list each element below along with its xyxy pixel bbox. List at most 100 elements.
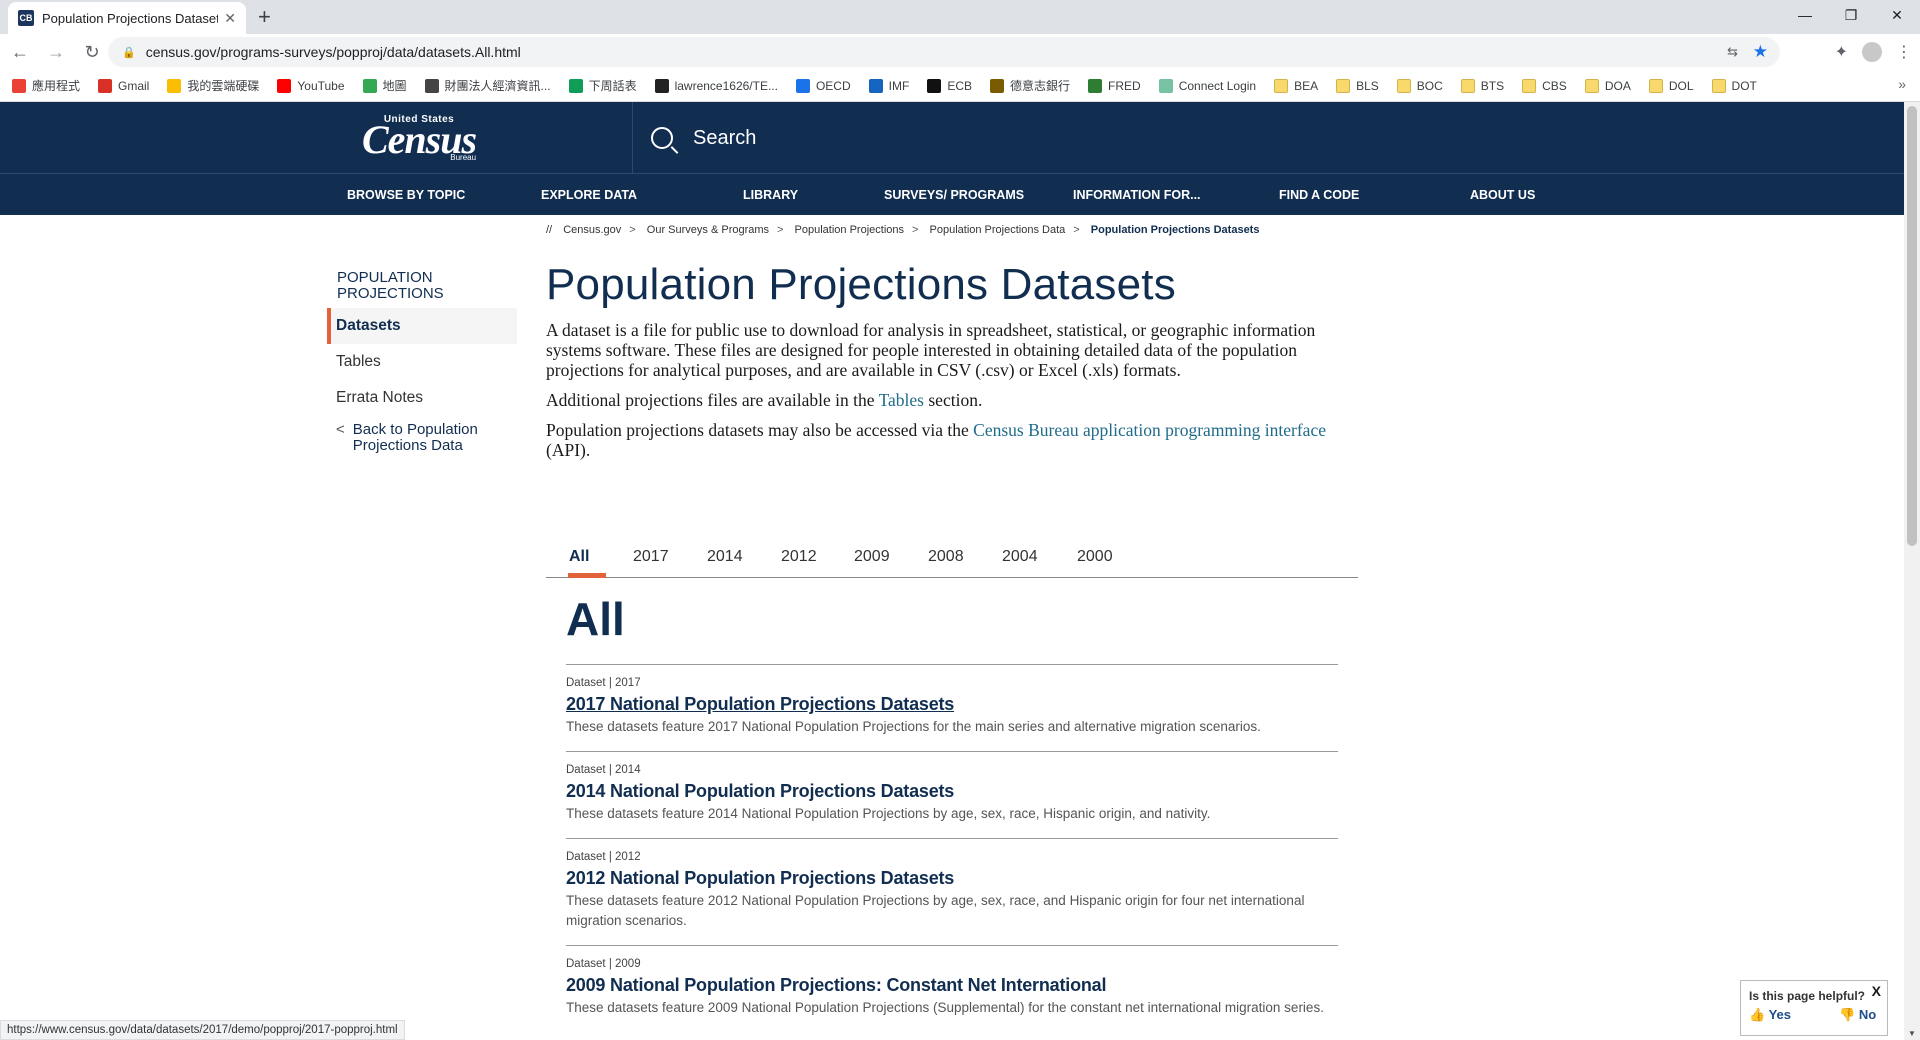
translate-icon[interactable]: ⇆ bbox=[1727, 44, 1738, 60]
text: Additional projections files are availab… bbox=[546, 390, 879, 410]
bookmark-item[interactable]: DOA bbox=[1584, 78, 1631, 93]
scrollbar-thumb[interactable] bbox=[1907, 106, 1917, 546]
bookmark-item[interactable]: Gmail bbox=[98, 78, 149, 93]
bookmark-label: IMF bbox=[888, 78, 910, 93]
bookmark-label: 下周話表 bbox=[588, 79, 637, 93]
bookmark-item[interactable]: CBS bbox=[1522, 78, 1567, 93]
breadcrumb-link[interactable]: Population Projections Data bbox=[930, 224, 1066, 236]
feedback-widget: Is this page helpful? X 👍 Yes 👎 No bbox=[1740, 980, 1888, 1036]
dataset-title-link[interactable]: 2014 National Population Projections Dat… bbox=[566, 781, 1338, 802]
minimize-icon[interactable]: — bbox=[1782, 0, 1828, 30]
bookmark-item[interactable]: FRED bbox=[1088, 78, 1141, 93]
back-link[interactable]: < Back to Population Projections Data bbox=[327, 422, 517, 454]
restore-icon[interactable]: ❐ bbox=[1828, 0, 1874, 30]
feedback-yes-button[interactable]: 👍 Yes bbox=[1749, 1007, 1791, 1023]
site-search[interactable]: Search bbox=[632, 102, 756, 174]
close-icon[interactable]: ✕ bbox=[224, 10, 236, 27]
reload-icon[interactable]: ↻ bbox=[76, 36, 108, 68]
page-scrollbar[interactable]: ▲ ▼ bbox=[1904, 102, 1920, 1040]
bookmark-item[interactable]: ECB bbox=[927, 78, 972, 93]
bookmark-favicon-icon bbox=[1088, 78, 1103, 93]
bookmark-label: lawrence1626/TE... bbox=[674, 78, 778, 93]
dataset-title-link[interactable]: 2017 National Population Projections Dat… bbox=[566, 694, 1338, 715]
nav-browse-by-topic[interactable]: BROWSE BY TOPIC bbox=[347, 188, 465, 202]
feedback-close-button[interactable]: X bbox=[1872, 983, 1881, 999]
address-bar[interactable]: 🔒 census.gov/programs-surveys/popproj/da… bbox=[108, 37, 1780, 67]
tab-2017[interactable]: 2017 bbox=[633, 548, 669, 566]
bookmark-label: DOL bbox=[1668, 78, 1694, 93]
bookmark-item[interactable]: DOL bbox=[1648, 78, 1694, 93]
tab-2004[interactable]: 2004 bbox=[1002, 548, 1038, 566]
bookmark-item[interactable]: DOT bbox=[1711, 78, 1757, 93]
new-tab-icon[interactable]: + bbox=[258, 6, 271, 28]
nav-surveys-programs[interactable]: SURVEYS/ PROGRAMS bbox=[884, 188, 1024, 202]
bookmark-item[interactable]: Connect Login bbox=[1158, 78, 1256, 93]
bookmark-item[interactable]: IMF bbox=[868, 78, 910, 93]
forward-arrow-icon[interactable]: → bbox=[40, 36, 72, 68]
nav-explore-data[interactable]: EXPLORE DATA bbox=[541, 188, 637, 202]
menu-kebab-icon[interactable]: ⋮ bbox=[1896, 42, 1912, 62]
search-label: Search bbox=[693, 126, 757, 149]
bookmark-label: 地圖 bbox=[382, 79, 407, 93]
bookmark-favicon-icon bbox=[868, 78, 883, 93]
dataset-list: Dataset | 2017 2017 National Population … bbox=[566, 664, 1338, 1032]
bookmark-star-icon[interactable]: ★ bbox=[1753, 42, 1768, 62]
breadcrumb-link[interactable]: Population Projections bbox=[795, 224, 904, 236]
tab-2000[interactable]: 2000 bbox=[1077, 548, 1113, 566]
extensions-icon[interactable]: ✦ bbox=[1835, 42, 1848, 62]
bookmark-item[interactable]: lawrence1626/TE... bbox=[654, 78, 778, 93]
profile-avatar[interactable] bbox=[1862, 42, 1882, 62]
status-bar-url: https://www.census.gov/data/datasets/201… bbox=[0, 1020, 405, 1040]
tab-2009[interactable]: 2009 bbox=[854, 548, 890, 566]
toolbar-right: ✦ ⋮ bbox=[1835, 34, 1912, 70]
bookmark-favicon-icon bbox=[167, 78, 182, 93]
bookmark-item[interactable]: 德意志銀行 bbox=[990, 77, 1070, 94]
page-title: Population Projections Datasets bbox=[546, 260, 1176, 309]
back-arrow-icon[interactable]: ← bbox=[4, 36, 36, 68]
census-logo[interactable]: United States Census Bureau bbox=[362, 114, 477, 162]
folder-icon bbox=[1711, 78, 1726, 93]
bookmark-item[interactable]: YouTube bbox=[277, 78, 345, 93]
tab-2014[interactable]: 2014 bbox=[707, 548, 743, 566]
nav-find-a-code[interactable]: FIND A CODE bbox=[1279, 188, 1359, 202]
bookmark-label: FRED bbox=[1108, 78, 1141, 93]
bookmark-item[interactable]: BOC bbox=[1396, 78, 1443, 93]
tab-2012[interactable]: 2012 bbox=[781, 548, 817, 566]
bookmark-item[interactable]: 財團法人經濟資訊... bbox=[424, 77, 551, 94]
bookmark-item[interactable]: BLS bbox=[1336, 78, 1379, 93]
bookmark-item[interactable]: 應用程式 bbox=[12, 77, 80, 94]
dataset-title-link[interactable]: 2012 National Population Projections Dat… bbox=[566, 868, 1338, 889]
window-close-icon[interactable]: ✕ bbox=[1874, 0, 1920, 30]
scroll-down-icon[interactable]: ▼ bbox=[1908, 1029, 1916, 1038]
feedback-no-button[interactable]: 👎 No bbox=[1839, 1007, 1876, 1023]
browser-toolbar: ← → ↻ 🔒 census.gov/programs-surveys/popp… bbox=[0, 34, 1920, 70]
sidebar-item-datasets[interactable]: Datasets bbox=[327, 308, 517, 344]
sidebar-item-errata-notes[interactable]: Errata Notes bbox=[327, 380, 517, 416]
breadcrumb-link[interactable]: Our Surveys & Programs bbox=[647, 224, 769, 236]
nav-library[interactable]: LIBRARY bbox=[743, 188, 798, 202]
dataset-title-link[interactable]: 2009 National Population Projections: Co… bbox=[566, 975, 1338, 996]
folder-icon bbox=[1460, 78, 1475, 93]
nav-about-us[interactable]: ABOUT US bbox=[1470, 188, 1535, 202]
bookmark-label: DOT bbox=[1731, 78, 1757, 93]
tab-title: Population Projections Datasets bbox=[42, 10, 219, 26]
tables-link[interactable]: Tables bbox=[879, 390, 924, 410]
browser-tab[interactable]: CB Population Projections Datasets ✕ bbox=[8, 2, 246, 34]
feedback-question: Is this page helpful? bbox=[1749, 989, 1866, 1003]
bookmark-item[interactable]: BEA bbox=[1274, 78, 1318, 93]
side-nav-heading[interactable]: POPULATION PROJECTIONS bbox=[327, 270, 447, 302]
bookmark-item[interactable]: 下周話表 bbox=[568, 77, 637, 94]
bookmark-label: BTS bbox=[1480, 78, 1505, 93]
bookmark-item[interactable]: BTS bbox=[1460, 78, 1505, 93]
folder-icon bbox=[1396, 78, 1411, 93]
sidebar-item-tables[interactable]: Tables bbox=[327, 344, 517, 380]
bookmarks-more-icon[interactable]: » bbox=[1898, 76, 1906, 92]
breadcrumb-link[interactable]: Census.gov bbox=[563, 224, 621, 236]
tab-2008[interactable]: 2008 bbox=[928, 548, 964, 566]
nav-information-for[interactable]: INFORMATION FOR... bbox=[1073, 188, 1201, 202]
api-link[interactable]: Census Bureau application programming in… bbox=[973, 420, 1326, 440]
bookmark-item[interactable]: OECD bbox=[795, 78, 851, 93]
bookmark-item[interactable]: 地圖 bbox=[362, 77, 407, 94]
bookmark-item[interactable]: 我的雲端硬碟 bbox=[167, 77, 259, 94]
tab-all[interactable]: All bbox=[569, 548, 589, 566]
